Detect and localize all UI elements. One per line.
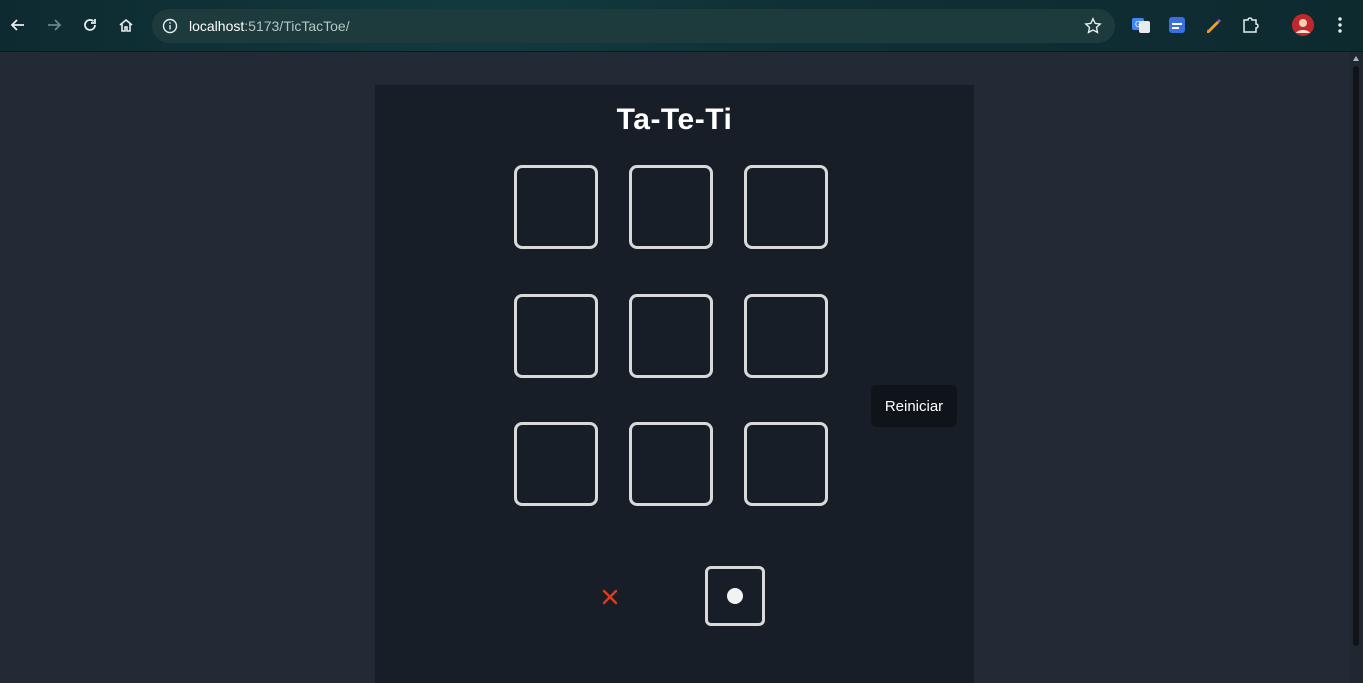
avatar[interactable] bbox=[1292, 14, 1314, 36]
board-cell[interactable] bbox=[744, 422, 828, 506]
board-cell[interactable] bbox=[514, 165, 598, 249]
restart-button[interactable]: Reiniciar bbox=[871, 385, 957, 427]
forward-icon[interactable] bbox=[42, 13, 66, 37]
star-icon[interactable] bbox=[1083, 16, 1103, 36]
page-title: Ta-Te-Ti bbox=[616, 103, 733, 136]
o-icon bbox=[727, 588, 743, 604]
board-cell[interactable] bbox=[744, 294, 828, 378]
turn-indicator-o bbox=[705, 566, 765, 626]
turn-indicator-x bbox=[596, 583, 624, 611]
address-bar[interactable]: localhost:5173/TicTacToe/ bbox=[152, 9, 1115, 43]
puzzle-icon[interactable] bbox=[1240, 15, 1260, 35]
board-cell[interactable] bbox=[629, 422, 713, 506]
svg-text:G: G bbox=[1135, 20, 1141, 29]
url-host: localhost bbox=[189, 18, 245, 34]
menu-icon[interactable] bbox=[1330, 15, 1350, 35]
board-cell[interactable] bbox=[514, 294, 598, 378]
board-cell[interactable] bbox=[514, 422, 598, 506]
scrollbar-thumb[interactable] bbox=[1353, 66, 1359, 646]
back-icon[interactable] bbox=[6, 13, 30, 37]
url-text: localhost:5173/TicTacToe/ bbox=[189, 18, 350, 34]
browser-toolbar: localhost:5173/TicTacToe/ G bbox=[0, 0, 1363, 52]
url-path: :5173/TicTacToe/ bbox=[244, 18, 350, 34]
scroll-up-arrow-icon[interactable] bbox=[1353, 56, 1359, 61]
extension-icon[interactable] bbox=[1167, 15, 1187, 35]
x-icon bbox=[602, 589, 618, 605]
board-cell[interactable] bbox=[629, 294, 713, 378]
board-cell[interactable] bbox=[744, 165, 828, 249]
scrollbar[interactable] bbox=[1350, 52, 1363, 683]
board-cell[interactable] bbox=[629, 165, 713, 249]
translate-icon[interactable]: G bbox=[1131, 15, 1151, 35]
pencil-icon[interactable] bbox=[1203, 15, 1223, 35]
info-icon[interactable] bbox=[160, 16, 180, 36]
reload-icon[interactable] bbox=[78, 13, 102, 37]
home-icon[interactable] bbox=[114, 13, 138, 37]
